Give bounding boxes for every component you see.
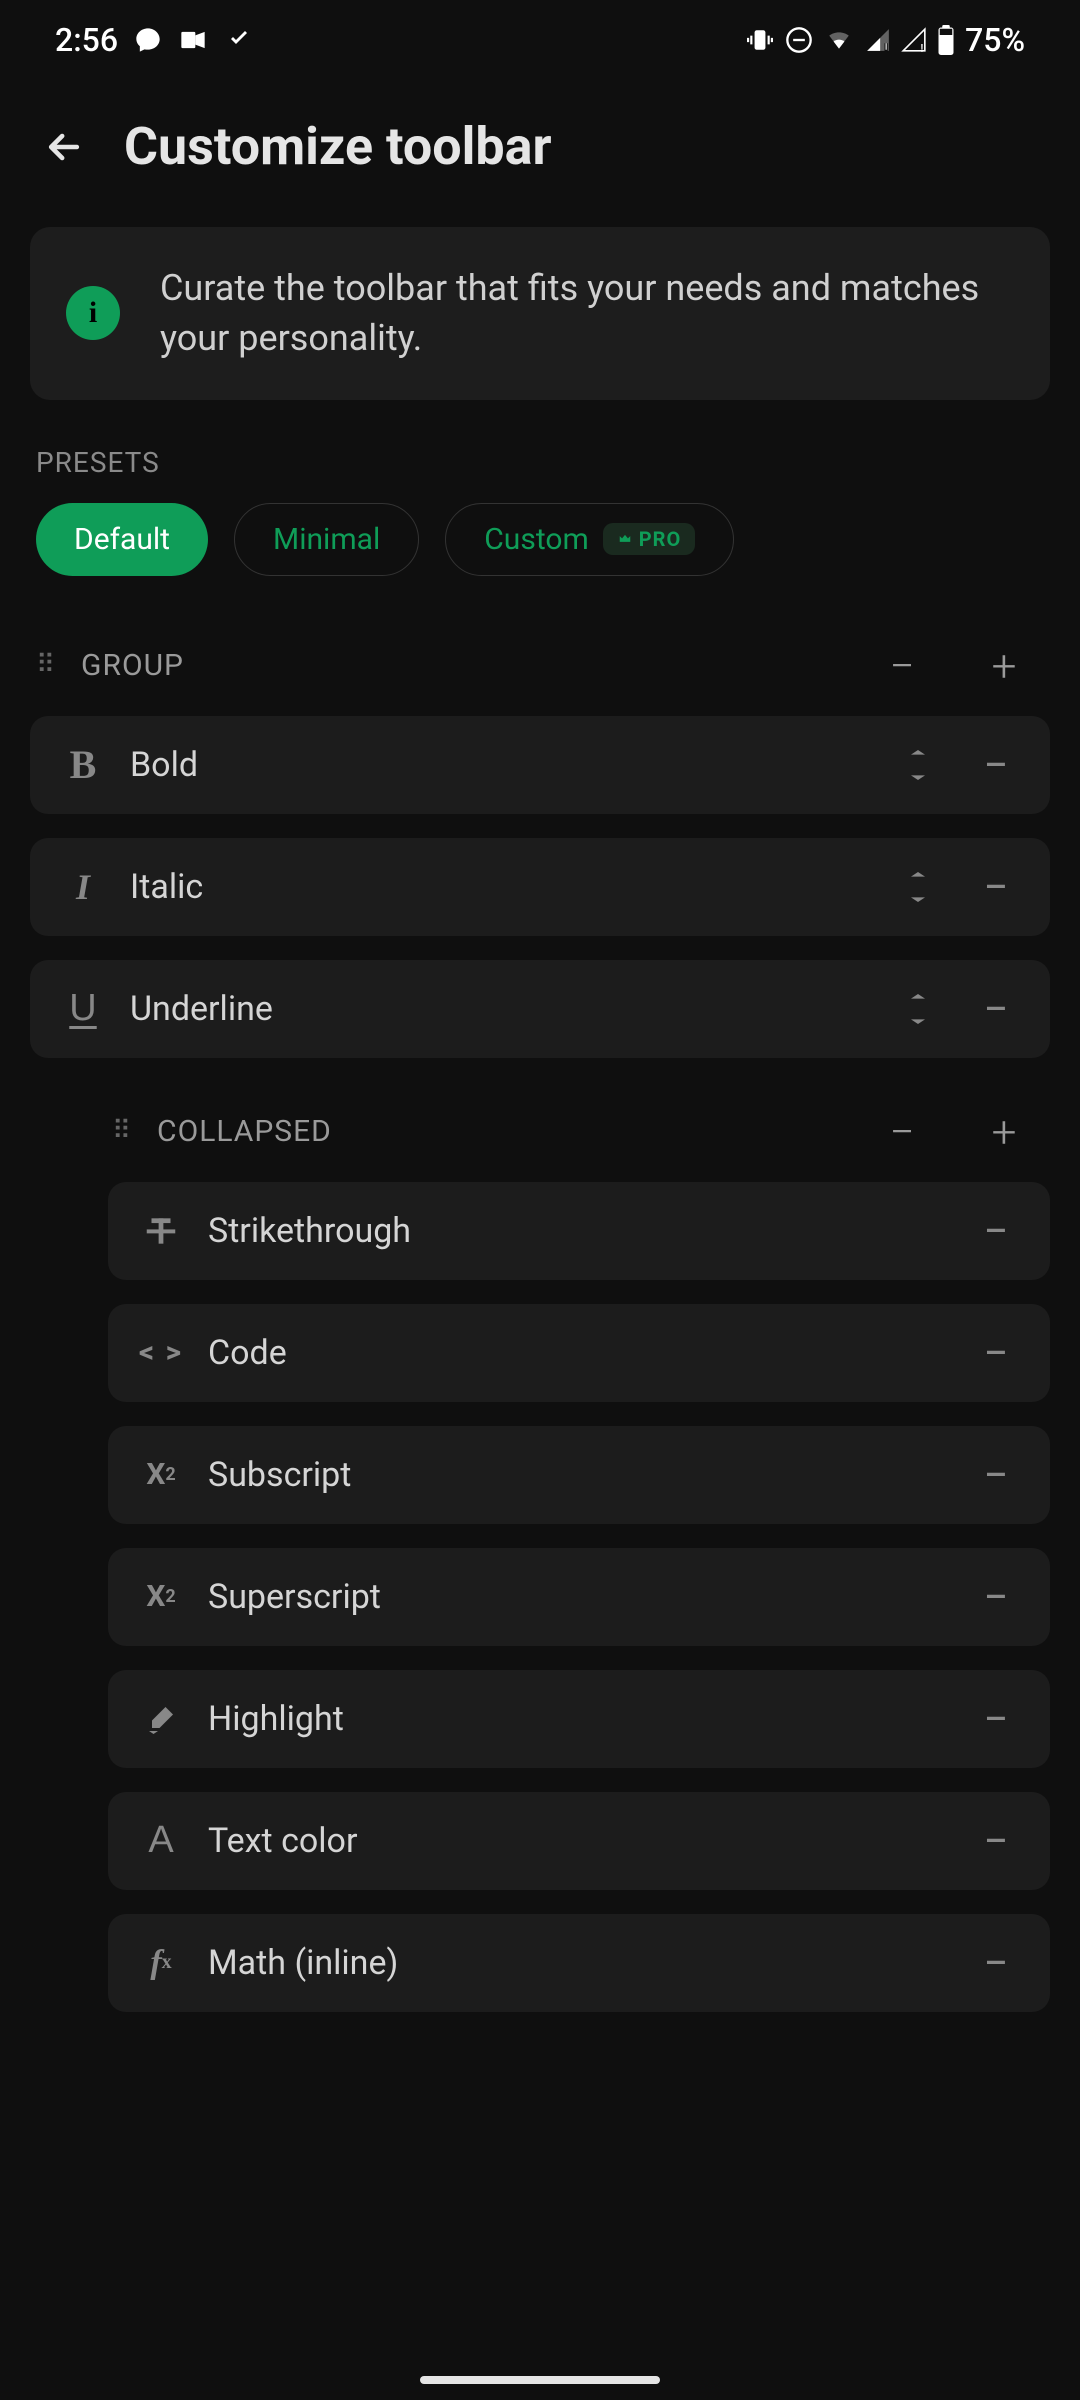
back-button[interactable] [40,123,88,171]
preset-minimal[interactable]: Minimal [234,503,419,576]
toolbar-item-code[interactable]: < > Code − [108,1304,1050,1402]
status-bar: 2:56 ! 75% [0,0,1080,80]
item-remove-button[interactable]: − [966,1933,1026,1993]
item-label: Subscript [190,1455,948,1495]
item-label: Math (inline) [190,1943,948,1983]
group-remove-button[interactable]: − [862,1102,942,1162]
item-remove-button[interactable]: − [966,1689,1026,1749]
preset-label: Custom [484,522,589,557]
drag-handle-icon[interactable]: ⠿ [112,1125,135,1138]
page-title: Customize toolbar [124,116,552,177]
item-remove-button[interactable]: − [966,857,1026,917]
signal-2-icon: ! [901,27,927,53]
outlook-icon [178,26,208,54]
item-remove-button[interactable]: − [966,979,1026,1039]
item-label: Italic [112,867,888,907]
signal-1-icon [865,27,891,53]
underline-icon: U [54,987,112,1030]
info-banner: i Curate the toolbar that fits your need… [30,227,1050,400]
info-text: Curate the toolbar that fits your needs … [160,263,1014,364]
preset-label: Minimal [273,522,380,557]
toolbar-item-strikethrough[interactable]: Strikethrough − [108,1182,1050,1280]
item-label: Bold [112,745,888,785]
toolbar-item-superscript[interactable]: X2 Superscript − [108,1548,1050,1646]
group-items: B Bold − I Italic − U Underline − [0,716,1080,1058]
toolbar-item-subscript[interactable]: X2 Subscript − [108,1426,1050,1524]
nav-handle[interactable] [420,2376,660,2384]
group-title: COLLAPSED [157,1114,840,1149]
dnd-icon [785,26,813,54]
item-remove-button[interactable]: − [966,1567,1026,1627]
group-title: GROUP [81,648,840,683]
status-battery: 75% [965,21,1025,59]
wifi-icon [823,27,855,53]
toolbar-item-italic[interactable]: I Italic − [30,838,1050,936]
preset-custom[interactable]: Custom PRO [445,503,734,576]
group-header: ⠿ GROUP − + [0,616,1080,716]
toolbar-item-textcolor[interactable]: A Text color − [108,1792,1050,1890]
sort-handle-icon[interactable] [888,857,948,917]
chat-icon [134,26,162,54]
battery-icon [937,25,955,55]
toolbar-item-bold[interactable]: B Bold − [30,716,1050,814]
group-header-collapsed: ⠿ COLLAPSED − + [0,1082,1080,1182]
group-add-button[interactable]: + [964,636,1044,696]
sort-handle-icon[interactable] [888,979,948,1039]
sort-handle-icon[interactable] [888,735,948,795]
check-icon [224,28,254,52]
math-icon: fx [132,1944,190,1982]
item-label: Underline [112,989,888,1029]
item-remove-button[interactable]: − [966,1445,1026,1505]
strikethrough-icon [132,1212,190,1250]
vibrate-icon [745,27,775,53]
item-remove-button[interactable]: − [966,1811,1026,1871]
toolbar-item-underline[interactable]: U Underline − [30,960,1050,1058]
toolbar-item-highlight[interactable]: Highlight − [108,1670,1050,1768]
item-label: Highlight [190,1699,948,1739]
group-add-button[interactable]: + [964,1102,1044,1162]
presets-row: Default Minimal Custom PRO [0,493,1080,616]
status-time: 2:56 [55,21,118,59]
code-icon: < > [132,1335,190,1370]
presets-label: PRESETS [0,420,1080,493]
item-label: Code [190,1333,948,1373]
item-remove-button[interactable]: − [966,1323,1026,1383]
header: Customize toolbar [0,80,1080,207]
toolbar-item-math[interactable]: fx Math (inline) − [108,1914,1050,2012]
preset-label: Default [74,522,170,557]
item-remove-button[interactable]: − [966,735,1026,795]
info-icon: i [66,286,120,340]
subscript-icon: X2 [132,1457,190,1492]
drag-handle-icon[interactable]: ⠿ [36,659,59,672]
item-remove-button[interactable]: − [966,1201,1026,1261]
textcolor-icon: A [132,1819,190,1862]
superscript-icon: X2 [132,1579,190,1614]
preset-default[interactable]: Default [36,503,208,576]
item-label: Superscript [190,1577,948,1617]
group-items-collapsed: Strikethrough − < > Code − X2 Subscript … [0,1182,1080,2012]
item-label: Text color [190,1821,948,1861]
bold-icon: B [54,741,112,788]
italic-icon: I [54,866,112,908]
svg-text:!: ! [921,42,924,53]
highlight-icon [132,1701,190,1737]
pro-badge: PRO [603,523,696,555]
group-remove-button[interactable]: − [862,636,942,696]
item-label: Strikethrough [190,1211,948,1251]
